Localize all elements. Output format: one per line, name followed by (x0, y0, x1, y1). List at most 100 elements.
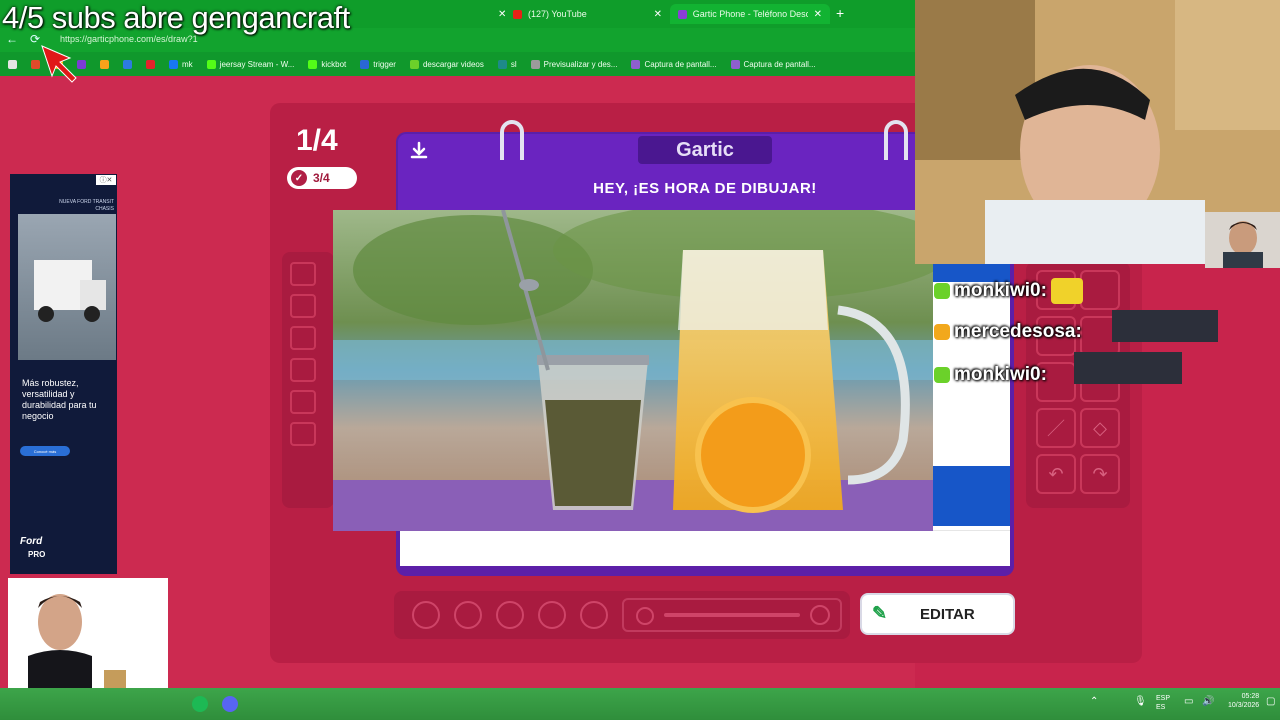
region-code: ES (1156, 704, 1166, 711)
bookmark-captura-1[interactable]: Captura de pantall... (631, 59, 717, 69)
language-code: ESP (1156, 695, 1171, 702)
bookmark-sl[interactable]: sl (497, 59, 517, 69)
arrow-cursor-icon (40, 44, 80, 84)
bookmark-kickbot[interactable]: kickbot (308, 59, 347, 69)
stream-overlay-title: 4/5 subs abre gengancraft (2, 0, 350, 35)
brush-size-5[interactable] (580, 601, 608, 629)
notification-icon[interactable]: ▢ (1266, 696, 1275, 707)
bookmark-4[interactable] (100, 59, 109, 69)
opacity-min-handle[interactable] (636, 607, 654, 625)
download-icon[interactable] (408, 140, 434, 164)
bookmark-apps[interactable] (8, 59, 17, 69)
ford-logo: Ford (20, 536, 43, 547)
bookmark-label: mk (182, 59, 193, 69)
chat-message: monkiwi0: (934, 278, 1083, 304)
bookmark-icon (497, 59, 507, 69)
discord-icon[interactable] (222, 696, 238, 712)
bookmark-previsualizar[interactable]: Previsualizar y des... (530, 59, 617, 69)
guest-webcam (1205, 212, 1280, 268)
clock-time: 05:28 (1241, 693, 1260, 700)
tool-slot[interactable] (290, 294, 316, 318)
brush-size-3[interactable] (496, 601, 524, 629)
bookmark-icon (360, 59, 370, 69)
bookmark-label: descargar videos (422, 59, 484, 69)
pencil-icon: ✎ (872, 603, 888, 623)
new-tab-button[interactable]: + (836, 5, 844, 21)
bookmark-6[interactable] (146, 59, 155, 69)
language-indicator[interactable]: ESP ES (1156, 694, 1170, 712)
brush-size-2[interactable] (454, 601, 482, 629)
tool-slot[interactable] (290, 326, 316, 350)
close-icon[interactable]: ✕ (654, 9, 662, 20)
download-icon (409, 59, 419, 69)
bookmark-label: Captura de pantall... (644, 59, 717, 69)
tab-label: (127) YouTube (528, 9, 587, 19)
ford-pro-label: PRO (28, 550, 46, 559)
opacity-slider-handle[interactable] (810, 605, 830, 625)
round-counter: 1/4 (296, 124, 338, 157)
bookmark-5[interactable] (123, 59, 132, 69)
tab-gartic[interactable]: Gartic Phone - Teléfono Descomp ✕ (670, 4, 830, 24)
fill-tool-icon[interactable]: ◇ (1080, 408, 1120, 448)
spotify-icon[interactable] (192, 696, 208, 712)
crown-badge-icon (934, 324, 950, 340)
badge-icon (934, 367, 950, 383)
brush-size-4[interactable] (538, 601, 566, 629)
palette-color-blue[interactable] (932, 466, 1010, 526)
bookmark-icon (123, 59, 132, 69)
line-tool-icon[interactable]: ／ (1036, 408, 1076, 448)
edit-label: EDITAR (920, 605, 975, 623)
pen-icon (631, 59, 641, 69)
done-badge: ✓ 3/4 (287, 167, 357, 189)
tool-slot[interactable] (290, 390, 316, 414)
youtube-icon (146, 59, 155, 69)
binder-ring-left (500, 120, 524, 160)
chat-username: monkiwi0: (954, 364, 1047, 385)
chat-username: monkiwi0: (954, 280, 1047, 301)
bookmark-jeersay[interactable]: jeersay Stream - W... (206, 59, 294, 69)
system-clock[interactable]: 05:28 10/3/2026 (1228, 692, 1259, 710)
bookmark-label: Captura de pantall... (743, 59, 816, 69)
edit-button[interactable]: ✎ EDITAR (860, 593, 1015, 635)
tool-slot[interactable] (290, 422, 316, 446)
bookmark-trigger[interactable]: trigger (360, 59, 396, 69)
facebook-icon (169, 59, 178, 69)
redo-icon[interactable]: ↷ (1080, 454, 1120, 494)
kick-icon (206, 59, 216, 69)
tool-slot[interactable] (290, 262, 316, 286)
close-icon[interactable]: ✕ (814, 9, 822, 20)
ad-header: NUEVA FORD TRANSIT CHASIS (59, 199, 114, 212)
chat-sticker (1112, 310, 1218, 342)
tab-close-prev[interactable]: ✕ (490, 4, 506, 24)
bookmark-label: kickbot (321, 59, 347, 69)
gartic-logo: Gartic (638, 136, 772, 164)
gartic-tab-icon (678, 9, 687, 19)
undo-icon[interactable]: ↶ (1036, 454, 1076, 494)
chevron-up-icon[interactable]: ⌃ (1090, 696, 1098, 707)
bookmark-label: trigger (373, 59, 396, 69)
tab-youtube[interactable]: (127) YouTube ✕ (505, 4, 670, 24)
ad-close-icon[interactable]: ⓘ✕ (96, 175, 116, 185)
bookmark-mk[interactable]: mk (169, 59, 193, 69)
tool-slot[interactable] (290, 358, 316, 382)
display-icon[interactable]: ▭ (1184, 696, 1193, 707)
chat-message: mercedesosa: (934, 321, 1082, 343)
brush-size-1[interactable] (412, 601, 440, 629)
bookmark-label: sl (510, 59, 517, 69)
badge-icon (934, 283, 950, 299)
microphone-icon[interactable]: 🎙 (1134, 696, 1147, 707)
volume-icon[interactable]: 🔊 (1202, 696, 1214, 707)
reference-photo (333, 210, 933, 531)
left-toolbox (282, 252, 334, 508)
bookmark-1[interactable] (31, 59, 40, 69)
tool-slot[interactable] (1080, 270, 1120, 310)
done-count: 3/4 (313, 171, 330, 185)
bookmark-descargar[interactable]: descargar videos (409, 59, 484, 69)
chat-message: monkiwi0: (934, 364, 1047, 386)
check-icon: ✓ (291, 170, 307, 186)
ad-cta-button[interactable]: Conocé más (20, 446, 70, 456)
close-icon[interactable]: ✕ (498, 9, 506, 20)
bookmark-captura-2[interactable]: Captura de pantall... (730, 59, 816, 69)
tab-label: Gartic Phone - Teléfono Descomp (692, 9, 808, 19)
opacity-slider-track[interactable] (664, 613, 800, 617)
